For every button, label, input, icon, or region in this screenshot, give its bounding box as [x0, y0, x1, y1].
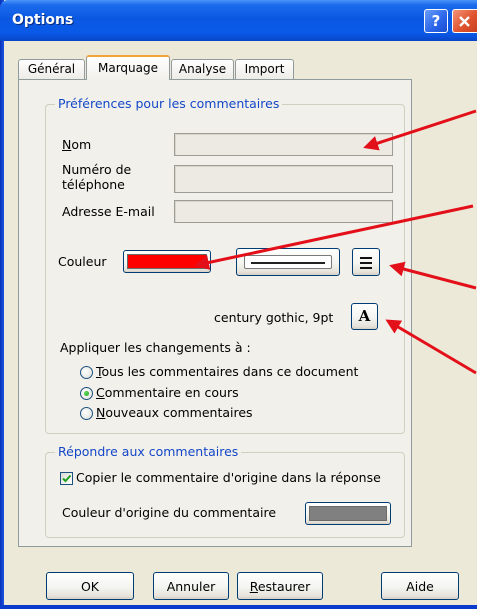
original-color-swatch	[309, 506, 387, 521]
phone-field[interactable]	[174, 165, 393, 193]
color-picker-button[interactable]	[123, 250, 211, 273]
tab-label: Marquage	[97, 61, 158, 75]
apply-changes-label: Appliquer les changements à :	[60, 340, 251, 355]
checkmark-icon	[62, 474, 72, 483]
tab-label: Analyse	[178, 62, 227, 76]
radio-new-comments[interactable]: Nouveaux commentaires	[80, 405, 400, 423]
help-title-button[interactable]: ?	[424, 9, 448, 33]
original-color-label: Couleur d'origine du commentaire	[62, 505, 277, 520]
font-icon: A	[358, 307, 371, 325]
radio-label: Nouveaux commentaires	[96, 405, 253, 420]
copy-original-checkbox[interactable]	[60, 472, 73, 485]
radio-label: Commentaire en cours	[96, 385, 239, 400]
radio-button[interactable]	[80, 387, 93, 400]
phone-label: Numéro de téléphone	[62, 162, 132, 192]
radio-all-comments[interactable]: Tous les commentaires dans ce document	[80, 364, 400, 382]
name-label: Nom	[62, 137, 92, 152]
help-icon: ?	[431, 12, 441, 30]
reply-group-label: Répondre aux commentaires	[55, 444, 242, 460]
radio-button[interactable]	[80, 407, 93, 420]
email-label: Adresse E-mail	[62, 204, 155, 219]
line-style-button[interactable]	[236, 248, 340, 276]
ok-button[interactable]: OK	[46, 572, 134, 600]
window-title: Options	[12, 12, 74, 28]
original-color-button[interactable]	[305, 502, 391, 525]
tab-general[interactable]: Général	[18, 59, 85, 80]
help-button[interactable]: Aide	[381, 572, 459, 600]
lines-icon	[360, 257, 372, 272]
restore-button[interactable]: Restaurer	[237, 572, 323, 600]
radio-current-comment[interactable]: Commentaire en cours	[80, 385, 400, 403]
email-field[interactable]	[174, 200, 393, 223]
tab-import[interactable]: Import	[235, 59, 294, 80]
radio-label: Tous les commentaires dans ce document	[96, 364, 359, 379]
cancel-button[interactable]: Annuler	[153, 572, 229, 600]
tab-analyse[interactable]: Analyse	[171, 59, 234, 80]
line-style-icon	[244, 255, 332, 269]
tab-marquage[interactable]: Marquage	[86, 55, 170, 80]
close-icon	[459, 16, 470, 27]
name-field[interactable]	[174, 133, 393, 156]
window-frame-bottom	[0, 605, 477, 609]
copy-original-checkbox-row[interactable]: Copier le commentaire d'origine dans la …	[60, 470, 395, 488]
font-button[interactable]: A	[351, 303, 378, 330]
close-button[interactable]	[452, 9, 477, 33]
tab-label: Import	[244, 62, 285, 76]
reply-group: Répondre aux commentaires	[45, 444, 405, 538]
copy-original-label: Copier le commentaire d'origine dans la …	[76, 470, 381, 485]
color-swatch	[127, 254, 207, 269]
color-label: Couleur	[58, 254, 107, 269]
radio-button[interactable]	[80, 366, 93, 379]
font-description: century gothic, 9pt	[214, 310, 334, 325]
line-width-button[interactable]	[352, 248, 380, 276]
preferences-group-label: Préférences pour les commentaires	[55, 96, 283, 112]
window-frame-left	[0, 0, 4, 609]
tab-label: Général	[27, 62, 76, 76]
title-bar[interactable]: Options ?	[0, 0, 477, 41]
